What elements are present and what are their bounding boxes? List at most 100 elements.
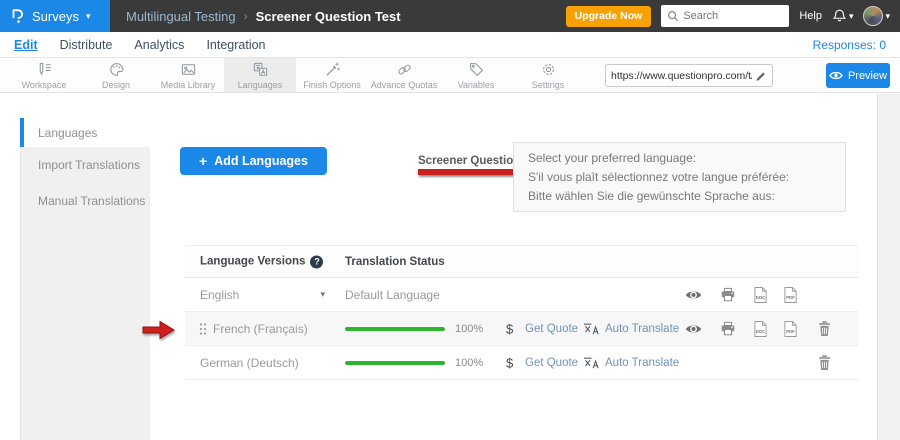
toolbar-item-finish-options[interactable]: Finish Options: [296, 58, 368, 92]
translation-progress-bar: [345, 327, 445, 331]
global-search[interactable]: [661, 5, 789, 27]
chevron-down-icon: ▾: [86, 12, 91, 21]
tab-analytics[interactable]: Analytics: [134, 38, 184, 52]
topbar-actions: Upgrade Now Help ▾ ▾: [566, 5, 900, 27]
eye-icon: [829, 70, 843, 81]
default-language-dropdown[interactable]: English ▾: [200, 288, 325, 302]
product-switcher[interactable]: Surveys ▾: [0, 0, 110, 32]
eye-icon: [685, 289, 702, 301]
dollar-icon: $: [506, 355, 513, 370]
table-row-german: German (Deutsch) 100% $ Get Quote Auto T…: [185, 346, 858, 380]
pdf-file-icon: PDF: [783, 320, 798, 337]
breadcrumb: Multilingual Testing › Screener Question…: [110, 9, 401, 24]
add-languages-button[interactable]: + Add Languages: [180, 147, 327, 175]
language-versions-table: Language Versions ? Translation Status E…: [185, 245, 858, 380]
plus-icon: +: [199, 153, 207, 169]
preview-button[interactable]: Preview: [826, 63, 890, 88]
table-header-row: Language Versions ? Translation Status: [185, 245, 858, 278]
tab-integration[interactable]: Integration: [206, 38, 265, 52]
screener-line-german: Bitte wählen Sie die gewünschte Sprache …: [528, 187, 831, 206]
export-doc-button[interactable]: DOC: [753, 320, 768, 337]
auto-translate-link[interactable]: Auto Translate: [605, 357, 679, 369]
toolbar-item-variables[interactable]: Variables: [440, 58, 512, 92]
edit-pencil-icon[interactable]: [755, 70, 767, 82]
sidebar-item-import-translations[interactable]: Import Translations: [21, 147, 150, 183]
tab-distribute[interactable]: Distribute: [60, 38, 113, 52]
toolbar-item-workspace[interactable]: Workspace: [8, 58, 80, 92]
toolbar-item-design[interactable]: Design: [80, 58, 152, 92]
get-quote-link[interactable]: Get Quote: [525, 323, 578, 335]
bell-icon: [832, 8, 847, 24]
table-row-french: French (Français) 100% $ Get Quote Auto …: [185, 312, 858, 346]
breadcrumb-survey-title: Screener Question Test: [256, 9, 401, 24]
svg-text:DOC: DOC: [756, 328, 766, 333]
default-language-status: Default Language: [345, 288, 440, 302]
edit-toolbar: Workspace Design Media Library Languages: [0, 58, 900, 93]
doc-file-icon: DOC: [753, 320, 768, 337]
questionpro-logo: [10, 8, 25, 24]
red-arrow-annotation: [142, 320, 176, 340]
drag-dots-icon: [199, 322, 207, 336]
breadcrumb-separator: ›: [244, 9, 248, 23]
right-gutter: [877, 94, 900, 440]
product-name: Surveys: [32, 9, 79, 24]
sidebar-item-manual-translations[interactable]: Manual Translations: [21, 183, 150, 219]
chain-link-icon: [396, 61, 413, 78]
breadcrumb-folder[interactable]: Multilingual Testing: [126, 9, 236, 24]
red-underline-annotation: [418, 169, 521, 175]
column-header-translation-status: Translation Status: [345, 256, 445, 268]
auto-translate-icon: [583, 356, 599, 369]
printer-icon: [720, 321, 736, 337]
tag-icon: [468, 61, 485, 78]
auto-translate-icon: [583, 322, 599, 335]
delete-language-button[interactable]: [817, 320, 832, 337]
view-language-button[interactable]: [685, 289, 702, 301]
toolbar-item-languages[interactable]: Languages: [224, 58, 296, 92]
get-quote-link[interactable]: Get Quote: [525, 357, 578, 369]
delete-language-button[interactable]: [817, 354, 832, 371]
screener-line-english: Select your preferred language:: [528, 149, 831, 168]
export-doc-button[interactable]: DOC: [753, 286, 768, 303]
search-icon: [667, 10, 679, 22]
screener-question-preview: Select your preferred language: S'il vou…: [513, 142, 846, 212]
translation-progress-bar: [345, 361, 445, 365]
export-pdf-button[interactable]: PDF: [783, 320, 798, 337]
gear-icon: [540, 61, 557, 78]
print-language-button[interactable]: [720, 287, 736, 303]
chevron-down-icon: ▾: [320, 289, 325, 300]
translation-percent: 100%: [455, 323, 483, 335]
chevron-down-icon: ▾: [885, 12, 890, 21]
translate-icon: [252, 61, 269, 78]
palette-icon: [108, 61, 125, 78]
printer-icon: [720, 287, 736, 303]
sidebar-item-languages[interactable]: Languages: [20, 118, 150, 147]
print-language-button[interactable]: [720, 321, 736, 337]
screener-line-french: S'il vous plaît sélectionnez votre langu…: [528, 168, 831, 187]
avatar: [863, 6, 883, 26]
drag-handle[interactable]: [199, 322, 207, 336]
toolbar-item-advance-quotas[interactable]: Advance Quotas: [368, 58, 440, 92]
auto-translate-link[interactable]: Auto Translate: [605, 323, 679, 335]
upgrade-now-button[interactable]: Upgrade Now: [566, 6, 652, 27]
responses-count[interactable]: Responses: 0: [813, 38, 886, 52]
account-menu[interactable]: ▾: [863, 6, 890, 26]
help-icon[interactable]: ?: [310, 255, 323, 268]
toolbar-item-media-library[interactable]: Media Library: [152, 58, 224, 92]
notifications-menu[interactable]: ▾: [832, 8, 854, 24]
pdf-file-icon: PDF: [783, 286, 798, 303]
toolbar-item-settings[interactable]: Settings: [512, 58, 584, 92]
tab-edit[interactable]: Edit: [14, 38, 38, 52]
image-icon: [180, 61, 197, 78]
survey-url-input[interactable]: [611, 70, 752, 82]
svg-text:DOC: DOC: [756, 294, 766, 299]
screener-question-label: Screener Question :: [418, 155, 527, 167]
search-input[interactable]: [683, 10, 783, 22]
view-language-button[interactable]: [685, 323, 702, 335]
trash-icon: [817, 354, 832, 371]
help-link[interactable]: Help: [799, 10, 822, 22]
survey-url-field: [605, 64, 773, 87]
export-pdf-button[interactable]: PDF: [783, 286, 798, 303]
column-header-language-versions: Language Versions: [200, 256, 305, 268]
workspace-icon: [36, 61, 53, 78]
svg-text:PDF: PDF: [786, 328, 795, 333]
